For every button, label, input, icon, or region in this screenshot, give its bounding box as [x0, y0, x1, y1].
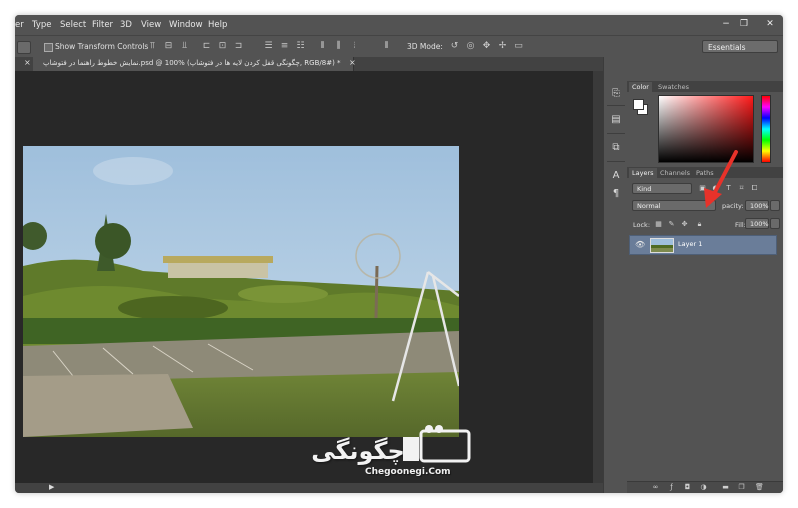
menu-3d[interactable]: 3D — [120, 20, 132, 30]
distribute-vcenter-icon[interactable]: ≡ — [279, 41, 290, 52]
layer-name: Layer 1 — [678, 240, 703, 248]
distribute-bottom-icon[interactable]: ☷ — [295, 41, 306, 52]
annotation-arrow-icon — [704, 150, 738, 208]
menu-help[interactable]: Help — [208, 20, 227, 30]
3d-roll-icon[interactable]: ◎ — [465, 41, 476, 52]
fill-dropdown-button[interactable] — [770, 218, 780, 229]
delete-layer-icon[interactable]: 🗑︎ — [755, 483, 764, 492]
document-tab-title: نمایش خطوط راهنما در فتوشاپ.psd @ 100% (… — [43, 59, 341, 67]
new-layer-icon[interactable]: ❐ — [737, 483, 746, 492]
tab-channels[interactable]: Channels — [657, 168, 693, 178]
close-window-button[interactable]: ✕ — [763, 18, 777, 31]
3d-slide-icon[interactable]: ✢ — [497, 41, 508, 52]
hue-slider[interactable] — [761, 95, 771, 163]
prev-tab-close-icon[interactable]: × — [24, 58, 31, 67]
workspace-dropdown[interactable]: Essentials — [702, 40, 778, 53]
lock-transparent-pixels-icon[interactable]: ▦ — [654, 220, 663, 229]
canvas-vertical-scrollbar[interactable] — [593, 71, 603, 483]
document-tab[interactable]: نمایش خطوط راهنما در فتوشاپ.psd @ 100% (… — [33, 57, 354, 71]
fill-input[interactable]: 100% — [745, 218, 769, 229]
layers-panel-footer: ∞ ƒ ◘ ◑ ▬ ❐ 🗑︎ — [627, 481, 783, 493]
opacity-input[interactable]: 100% — [745, 200, 769, 211]
foreground-color-swatch[interactable] — [633, 99, 644, 110]
add-mask-icon[interactable]: ◘ — [683, 483, 692, 492]
watermark-arabic-text: چگونگی — [311, 437, 405, 465]
distribute-top-icon[interactable]: ☰ — [263, 41, 274, 52]
status-arrow-icon[interactable]: ▶ — [49, 483, 54, 491]
watermark: چگونگی Chegoonegi.Com — [303, 425, 493, 485]
paragraph-icon[interactable]: ¶ — [609, 187, 623, 201]
panel-icon-column: ⎘ ▤ ⧉ A ¶ — [603, 57, 629, 493]
3d-pan-icon[interactable]: ✥ — [481, 41, 492, 52]
distribute-right-icon[interactable]: ⦙ — [349, 41, 360, 52]
status-bar: ▶ — [15, 483, 603, 493]
menu-view[interactable]: View — [141, 20, 161, 30]
document-tab-bar: × نمایش خطوط راهنما در فتوشاپ.psd @ 100%… — [15, 57, 603, 71]
clone-source-icon[interactable]: ⧉ — [609, 141, 623, 155]
right-panels: Color Swatches Layers Channels Paths Kin… — [627, 57, 783, 493]
align-top-icon[interactable]: ⫪ — [147, 41, 158, 52]
filter-smart-object-icon[interactable]: ⧠ — [750, 184, 759, 193]
lock-position-icon[interactable]: ✥ — [680, 220, 689, 229]
layer-filter-kind-dropdown[interactable]: Kind — [632, 183, 692, 194]
layer-row[interactable]: 👁︎ Layer 1 — [629, 235, 777, 255]
layer-style-icon[interactable]: ƒ — [667, 483, 676, 492]
align-vcenter-icon[interactable]: ⊟ — [163, 41, 174, 52]
new-adjustment-icon[interactable]: ◑ — [699, 483, 708, 492]
menu-layer[interactable]: er — [15, 20, 24, 30]
align-bottom-icon[interactable]: ⫫ — [179, 41, 190, 52]
icon-separator — [607, 161, 625, 162]
align-left-icon[interactable]: ⊏ — [201, 41, 212, 52]
tab-color[interactable]: Color — [629, 82, 652, 92]
new-group-icon[interactable]: ▬ — [721, 483, 730, 492]
align-hcenter-icon[interactable]: ⊡ — [217, 41, 228, 52]
minimize-button[interactable]: − — [719, 18, 733, 31]
menu-filter[interactable]: Filter — [92, 20, 113, 30]
layer-thumbnail — [650, 238, 674, 253]
layer-visibility-eye-icon[interactable]: 👁︎ — [635, 240, 645, 249]
history-icon[interactable]: ⎘ — [609, 87, 623, 101]
properties-icon[interactable]: ▤ — [609, 113, 623, 127]
show-transform-controls-label: Show Transform Controls — [55, 42, 149, 51]
3d-mode-label: 3D Mode: — [407, 42, 443, 51]
opacity-dropdown-button[interactable] — [770, 200, 780, 211]
auto-align-icon[interactable]: ⫴ — [381, 41, 392, 52]
menu-bar: er Type Select Filter 3D View Window Hel… — [15, 15, 783, 35]
lock-image-pixels-icon[interactable]: ✎ — [667, 220, 676, 229]
park-photo — [23, 146, 459, 437]
tool-preset-dropdown[interactable] — [17, 41, 31, 54]
canvas-area[interactable]: چگونگی Chegoonegi.Com — [15, 71, 593, 483]
icon-separator — [607, 105, 625, 106]
document-tab-close-icon[interactable]: × — [349, 58, 356, 67]
options-bar: Show Transform Controls ⫪ ⊟ ⫫ ⊏ ⊡ ⊐ ☰ ≡ … — [15, 35, 783, 59]
character-icon[interactable]: A — [609, 169, 623, 183]
3d-scale-icon[interactable]: ▭ — [513, 41, 524, 52]
distribute-hcenter-icon[interactable]: ⫼ — [333, 41, 344, 52]
menu-type[interactable]: Type — [32, 20, 52, 30]
tab-swatches[interactable]: Swatches — [655, 82, 692, 92]
watermark-latin-text: Chegoonegi.Com — [365, 467, 451, 477]
3d-rotate-icon[interactable]: ↺ — [449, 41, 460, 52]
watermark-logo-icon — [403, 425, 471, 463]
distribute-left-icon[interactable]: ⦀ — [317, 41, 328, 52]
document-image[interactable] — [23, 146, 459, 437]
link-layers-icon[interactable]: ∞ — [651, 483, 660, 492]
lock-label: Lock: — [633, 221, 651, 229]
lock-all-icon[interactable]: 🔒︎ — [695, 220, 704, 229]
photoshop-window: er Type Select Filter 3D View Window Hel… — [15, 15, 783, 493]
icon-separator — [607, 133, 625, 134]
color-panel-tabs: Color Swatches — [627, 81, 783, 92]
restore-button[interactable]: ❐ — [737, 18, 751, 31]
show-transform-controls-checkbox[interactable] — [44, 43, 53, 52]
menu-window[interactable]: Window — [169, 20, 203, 30]
menu-select[interactable]: Select — [60, 20, 86, 30]
align-right-icon[interactable]: ⊐ — [233, 41, 244, 52]
tab-layers[interactable]: Layers — [629, 168, 657, 178]
